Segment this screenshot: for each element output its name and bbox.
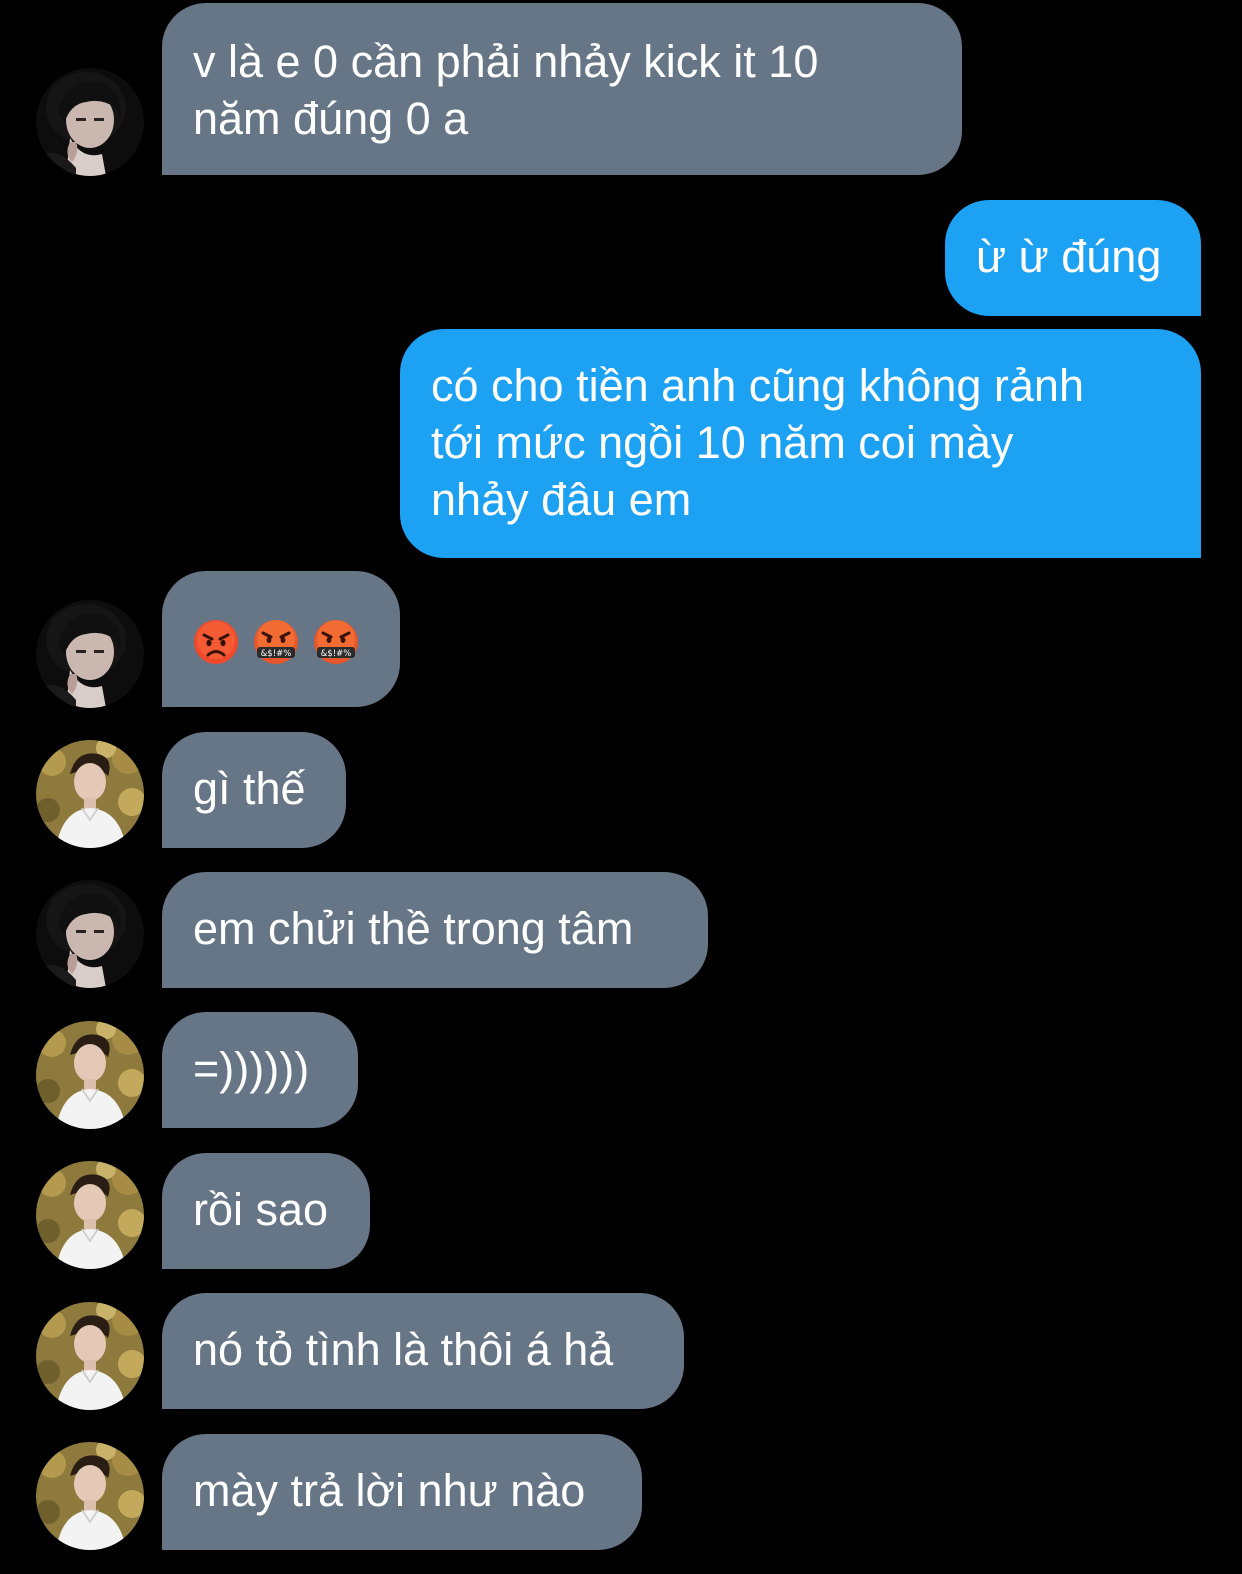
emoji-symbols: &$!#% bbox=[321, 649, 352, 659]
emoji-row: &$!#% &$!#% bbox=[193, 613, 370, 670]
incoming-message-bubble[interactable]: gì thế bbox=[162, 732, 346, 848]
face-with-symbols-on-mouth-emoji: &$!#% bbox=[253, 619, 299, 665]
incoming-message-bubble[interactable]: =)))))) bbox=[162, 1012, 358, 1128]
contact-avatar[interactable] bbox=[36, 68, 144, 176]
message-text: v là e 0 cần phải nhảy kick it 10 năm đú… bbox=[193, 36, 819, 144]
contact-avatar[interactable] bbox=[36, 1021, 144, 1129]
outgoing-message-bubble[interactable]: ừ ừ đúng bbox=[945, 200, 1201, 316]
incoming-message-bubble[interactable]: &$!#% &$!#% bbox=[162, 571, 400, 707]
face-with-symbols-on-mouth-emoji: &$!#% bbox=[313, 619, 359, 665]
message-text: có cho tiền anh cũng không rảnh tới mức … bbox=[431, 360, 1084, 525]
message-text: gì thế bbox=[193, 763, 306, 814]
incoming-message-bubble[interactable]: rồi sao bbox=[162, 1153, 370, 1269]
message-text: =)))))) bbox=[193, 1043, 310, 1094]
message-text: em chửi thề trong tâm bbox=[193, 903, 634, 954]
message-text: rồi sao bbox=[193, 1184, 329, 1235]
contact-avatar[interactable] bbox=[36, 1442, 144, 1550]
contact-avatar[interactable] bbox=[36, 880, 144, 988]
incoming-message-bubble[interactable]: em chửi thề trong tâm bbox=[162, 872, 708, 988]
message-text: mày trả lời như nào bbox=[193, 1465, 586, 1516]
emoji-symbols: &$!#% bbox=[261, 649, 292, 659]
incoming-message-bubble[interactable]: v là e 0 cần phải nhảy kick it 10 năm đú… bbox=[162, 3, 962, 175]
contact-avatar[interactable] bbox=[36, 1161, 144, 1269]
message-text: nó tỏ tình là thôi á hả bbox=[193, 1324, 614, 1375]
contact-avatar[interactable] bbox=[36, 600, 144, 708]
pouting-face-emoji bbox=[193, 619, 239, 665]
contact-avatar[interactable] bbox=[36, 740, 144, 848]
incoming-message-bubble[interactable]: mày trả lời như nào bbox=[162, 1434, 642, 1550]
message-text: ừ ừ đúng bbox=[976, 231, 1162, 282]
outgoing-message-bubble[interactable]: có cho tiền anh cũng không rảnh tới mức … bbox=[400, 329, 1201, 558]
incoming-message-bubble[interactable]: nó tỏ tình là thôi á hả bbox=[162, 1293, 684, 1409]
contact-avatar[interactable] bbox=[36, 1302, 144, 1410]
